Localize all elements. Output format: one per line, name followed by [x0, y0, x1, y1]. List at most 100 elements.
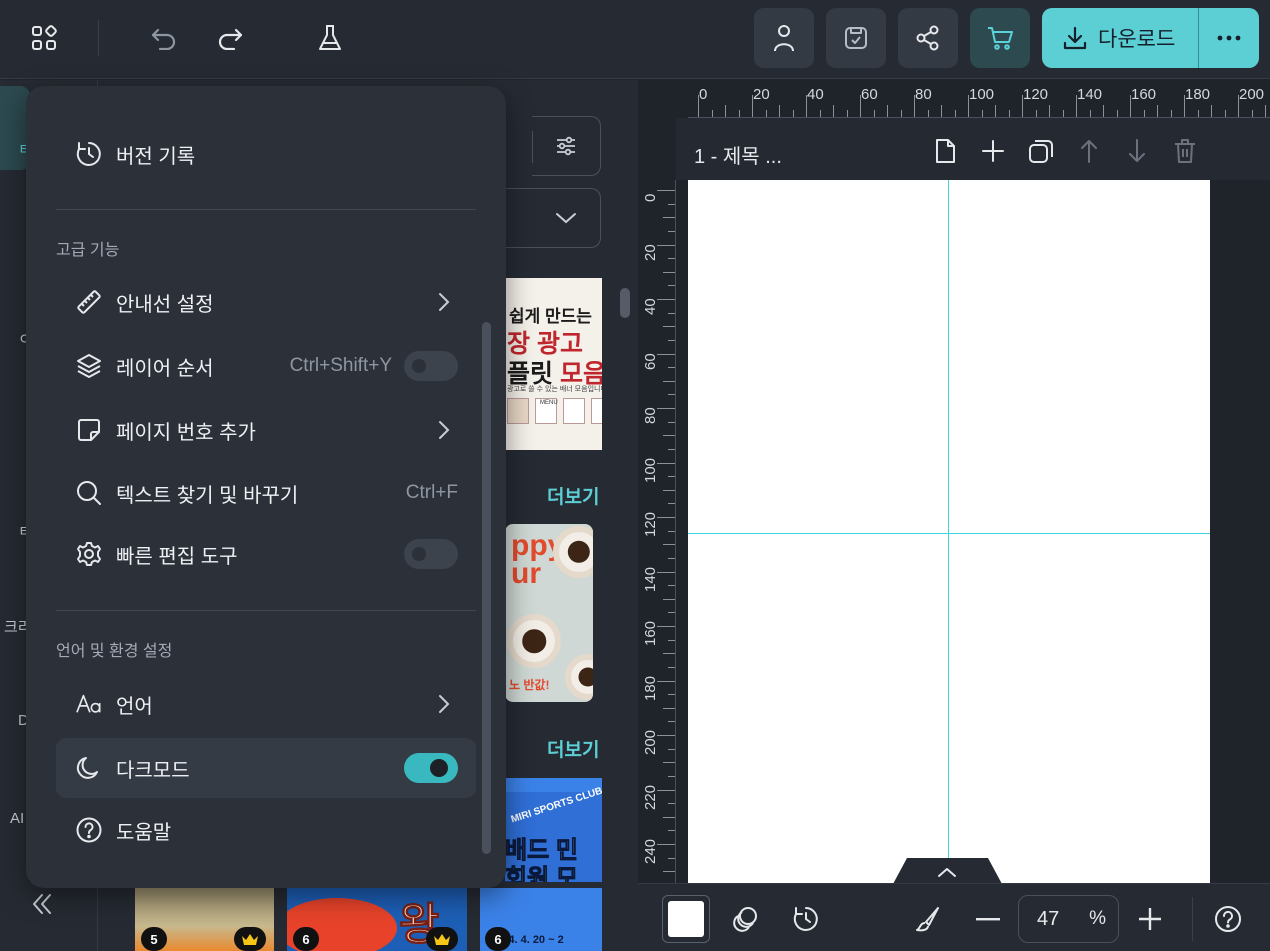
search-icon — [76, 480, 102, 506]
menu-item-layer-order[interactable]: 레이어 순서 Ctrl+Shift+Y — [56, 336, 476, 396]
menu-item-label: 언어 — [116, 695, 153, 718]
menu-item-version-history[interactable]: 버전 기록 — [56, 124, 476, 184]
version-history-icon — [76, 141, 102, 167]
zoom-in-icon[interactable] — [1134, 903, 1166, 935]
shortcut-text: Ctrl+F — [405, 482, 458, 503]
trash-icon[interactable] — [1170, 136, 1200, 166]
download-main[interactable]: 다운로드 — [1042, 8, 1198, 68]
download-button[interactable]: 다운로드 — [1042, 8, 1259, 68]
guide-line-horizontal[interactable] — [688, 533, 1210, 534]
download-more-button[interactable] — [1199, 8, 1259, 68]
undo-icon[interactable] — [144, 18, 184, 58]
shortcut-text: Ctrl+Shift+Y — [289, 355, 392, 376]
more-link-1[interactable]: 더보기 — [547, 482, 599, 509]
menu-section-language: 언어 및 환경 설정 — [56, 643, 173, 660]
zoom-unit: % — [1089, 908, 1106, 929]
profile-button[interactable] — [754, 8, 814, 68]
download-icon — [1062, 25, 1088, 51]
chevron-right-icon — [438, 292, 450, 312]
page-count-badge: 5 — [141, 927, 167, 951]
move-down-icon[interactable] — [1122, 136, 1152, 166]
save-button[interactable] — [826, 8, 886, 68]
template-thumbnail-ad[interactable]: 쉽게 만드는 장 광고 플릿 모음 광고로 쓸 수 있는 배너 모음입니다. M… — [505, 278, 602, 450]
panel-scrollbar[interactable] — [620, 288, 630, 318]
add-page-icon[interactable] — [978, 136, 1008, 166]
ruler-label: 180 — [642, 675, 659, 701]
expand-pages-button[interactable] — [893, 858, 1002, 884]
layers-icon[interactable] — [730, 903, 762, 935]
ruler-label: 120 — [642, 511, 659, 537]
ruler-top[interactable]: 0 20 40 60 80 100 120 140 160 180 200 — [688, 80, 1270, 118]
help-icon — [76, 817, 102, 843]
double-chevron-left-icon — [28, 890, 56, 918]
template-thumbnail-coffee[interactable]: ppy ur 노 반값! — [505, 524, 593, 702]
more-icon — [1217, 35, 1241, 41]
toolbar-divider — [98, 20, 99, 56]
menu-item-label: 페이지 번호 추가 — [116, 421, 256, 444]
menu-item-guide-settings[interactable]: 안내선 설정 — [56, 272, 476, 332]
menu-item-quick-edit[interactable]: 빠른 편집 도구 — [56, 524, 476, 584]
zoom-value[interactable]: 47 — [1037, 908, 1059, 931]
page-title[interactable]: 1 - 제목 ... — [694, 140, 782, 169]
flask-icon[interactable] — [310, 18, 350, 58]
ruler-label: 160 — [1131, 86, 1157, 103]
category-select[interactable] — [505, 188, 601, 248]
duplicate-page-icon[interactable] — [1026, 136, 1056, 166]
layer-order-toggle[interactable] — [404, 351, 458, 381]
menu-item-find-replace[interactable]: 텍스트 찾기 및 바꾸기 Ctrl+F — [56, 463, 476, 523]
ruler-label: 200 — [1239, 86, 1265, 103]
ruler-label: 0 — [699, 86, 708, 103]
menu-scrollbar[interactable] — [482, 322, 491, 854]
ruler-label: 60 — [642, 352, 659, 370]
zoom-field[interactable]: 47 % — [1018, 895, 1119, 943]
menu-item-help[interactable]: 도움말 — [56, 800, 476, 860]
ruler-label: 80 — [915, 86, 932, 103]
thumb-text: ur — [511, 557, 541, 590]
brush-icon[interactable] — [912, 903, 944, 935]
menu-item-label: 다크모드 — [116, 759, 190, 782]
redo-icon[interactable] — [210, 18, 250, 58]
menu-item-dark-mode[interactable]: 다크모드 — [56, 738, 476, 798]
share-button[interactable] — [898, 8, 958, 68]
chevron-right-icon — [438, 694, 450, 714]
thumb-text: 노 반값! — [509, 678, 550, 692]
move-up-icon[interactable] — [1074, 136, 1104, 166]
person-icon — [772, 24, 796, 52]
menu-item-label: 빠른 편집 도구 — [116, 545, 238, 568]
cart-icon — [986, 25, 1014, 51]
ruler-icon — [76, 289, 102, 315]
page-count-badge: 6 — [485, 927, 511, 951]
template-thumbnail-sports[interactable]: MIRI SPORTS CLUB 배드 민 회원 모 — [505, 778, 602, 882]
text-size-icon — [76, 691, 102, 717]
menu-item-label: 안내선 설정 — [116, 293, 214, 316]
ruler-label: 100 — [969, 86, 995, 103]
guide-line-vertical[interactable] — [948, 180, 949, 883]
zoom-out-icon[interactable] — [972, 903, 1004, 935]
menu-item-label: 도움말 — [116, 821, 172, 844]
artboard[interactable] — [688, 180, 1210, 883]
background-color-swatch[interactable] — [662, 895, 710, 943]
dark-mode-toggle[interactable] — [404, 753, 458, 783]
rail-item-label-6[interactable]: AI — [10, 810, 24, 827]
page-icon[interactable] — [930, 136, 960, 166]
menu-item-page-number[interactable]: 페이지 번호 추가 — [56, 400, 476, 460]
ruler-label: 80 — [642, 407, 659, 424]
crown-icon — [234, 927, 266, 951]
help-icon[interactable] — [1212, 903, 1244, 935]
grid-icon[interactable] — [24, 18, 64, 58]
chevron-down-icon — [554, 211, 578, 225]
cart-button[interactable] — [970, 8, 1030, 68]
share-icon — [915, 25, 941, 51]
filter-button[interactable] — [532, 116, 601, 176]
crown-icon — [426, 927, 458, 951]
ruler-label: 160 — [642, 620, 659, 646]
collapse-rail-button[interactable] — [28, 890, 56, 918]
ruler-label: 40 — [807, 86, 824, 103]
quick-edit-toggle[interactable] — [404, 539, 458, 569]
history-icon[interactable] — [790, 903, 822, 935]
ruler-left[interactable]: 0 20 40 60 80 100 120 140 160 180 200 220 240 — [638, 180, 676, 883]
menu-item-language[interactable]: 언어 — [56, 674, 476, 734]
more-link-2[interactable]: 더보기 — [547, 735, 599, 762]
menu-divider — [56, 209, 476, 210]
top-toolbar: 다운로드 — [0, 0, 1270, 79]
